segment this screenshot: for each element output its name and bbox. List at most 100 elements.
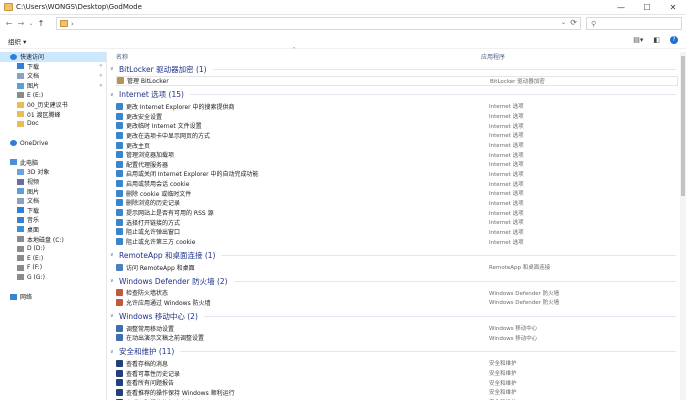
list-item[interactable]: 调整常用移动设置 Windows 移动中心: [116, 323, 678, 333]
sort-arrow-icon: ^: [292, 47, 297, 53]
sidebar-item[interactable]: 视频: [0, 177, 106, 187]
list-item[interactable]: 启用或关闭 Internet Explorer 中的自动完成功能 Internet…: [116, 169, 678, 179]
list-item[interactable]: 更改 Internet Explorer 中的搜索提供商 Internet 选项: [116, 102, 678, 112]
title-bar: C:\Users\WONGS\Desktop\GodMode — ☐ ✕: [0, 0, 686, 15]
group-divider: [221, 254, 676, 256]
group-header[interactable]: ∨ Windows Defender 防火墙 (2): [108, 275, 680, 287]
folder-icon: [60, 20, 68, 27]
organize-button[interactable]: 组织 ▾: [8, 36, 26, 46]
list-item[interactable]: 检查防火墙状态 Windows Defender 防火墙: [116, 288, 678, 298]
back-button[interactable]: ←: [3, 19, 15, 28]
list-item[interactable]: 管理 BitLocker BitLocker 驱动器加密: [116, 76, 678, 86]
recent-locations-button[interactable]: ⌄: [27, 20, 35, 27]
list-item[interactable]: 删除 cookie 或临时文件 Internet 选项: [116, 189, 678, 199]
group-header[interactable]: ∨ Windows 移动中心 (2): [108, 310, 680, 322]
collapse-arrow-icon[interactable]: ∨: [110, 278, 118, 284]
vertical-scrollbar[interactable]: [680, 52, 686, 400]
sidebar-item-label: 视频: [27, 179, 40, 187]
sidebar-item[interactable]: 网络: [0, 292, 106, 302]
sidebar-item[interactable]: 01 渡区腾峰: [0, 110, 106, 120]
sidebar-item[interactable]: 00_历史建议书: [0, 100, 106, 110]
minimize-button[interactable]: —: [608, 0, 634, 15]
sidebar-item[interactable]: 文档 ✧: [0, 71, 106, 81]
sidebar-item[interactable]: 图片: [0, 186, 106, 196]
list-item[interactable]: 阻止或允许第三方 cookie Internet 选项: [116, 237, 678, 247]
sidebar-item-label: 下载: [27, 207, 40, 215]
view-options-icon[interactable]: ▤▾: [633, 36, 643, 44]
collapse-arrow-icon[interactable]: ∨: [110, 66, 118, 72]
item-name: 提示网站上是否有可用的 RSS 源: [126, 210, 214, 218]
group-header[interactable]: ∨ 安全和维护 (11): [108, 346, 680, 358]
address-bar[interactable]: › ⌄ ⟳: [56, 17, 581, 30]
column-header-name[interactable]: 名称: [116, 52, 128, 61]
group-header[interactable]: ∨ RemoteApp 和桌面连接 (1): [108, 249, 680, 261]
list-item[interactable]: 更改临时 Internet 文件设置 Internet 选项: [116, 121, 678, 131]
close-button[interactable]: ✕: [660, 0, 686, 15]
group-header[interactable]: ∨ BitLocker 驱动器加密 (1): [108, 63, 680, 75]
sidebar-item[interactable]: 3D 对象: [0, 167, 106, 177]
list-item[interactable]: 查看推荐的操作保持 Windows 顺利运行 安全和维护: [116, 388, 678, 398]
list-item[interactable]: 在动出演示文稿之前调整设置 Windows 移动中心: [116, 333, 678, 343]
list-item[interactable]: 查看所有问题报告 安全和维护: [116, 378, 678, 388]
sidebar-item[interactable]: 音乐: [0, 215, 106, 225]
list-item[interactable]: 访问 RemoteApp 和桌面 RemoteApp 和桌面连接: [116, 262, 678, 272]
list-item[interactable]: 阻止或允许弹出窗口 Internet 选项: [116, 227, 678, 237]
breadcrumb-chevron-icon[interactable]: ›: [71, 20, 74, 28]
sidebar-item[interactable]: 快速访问: [0, 52, 106, 62]
item-application: Windows Defender 防火墙: [489, 300, 560, 307]
item-name: 管理浏览器加载项: [126, 152, 175, 160]
list-item[interactable]: 查看存档的消息 安全和维护: [116, 359, 678, 369]
list-item[interactable]: 启用或禁用会话 cookie Internet 选项: [116, 179, 678, 189]
sidebar-item[interactable]: 此电脑: [0, 158, 106, 168]
scrollbar-thumb[interactable]: [681, 56, 685, 196]
sidebar-item-label: 快速访问: [20, 54, 45, 62]
list-item[interactable]: 更改安全设置 Internet 选项: [116, 111, 678, 121]
preview-pane-icon[interactable]: ◧: [653, 36, 660, 44]
list-item[interactable]: 删除浏览的历史记录 Internet 选项: [116, 198, 678, 208]
control-panel-item-icon: [116, 102, 123, 110]
list-item[interactable]: 查看可靠性历史记录 安全和维护: [116, 368, 678, 378]
up-button[interactable]: ↑: [35, 19, 47, 28]
list-item[interactable]: 更改在选项卡中显示网页的方式 Internet 选项: [116, 131, 678, 141]
sidebar-item[interactable]: D (D:): [0, 244, 106, 254]
maximize-button[interactable]: ☐: [634, 0, 660, 15]
sidebar-item[interactable]: 图片 ✧: [0, 81, 106, 91]
group-header[interactable]: ∨ Internet 选项 (15): [108, 89, 680, 101]
search-input[interactable]: ⚲: [586, 17, 682, 30]
sidebar-item[interactable]: 桌面: [0, 225, 106, 235]
sidebar-item[interactable]: 下载 ✧: [0, 62, 106, 72]
forward-button[interactable]: →: [15, 19, 27, 28]
sidebar-item[interactable]: E (E:): [0, 253, 106, 263]
collapse-arrow-icon[interactable]: ∨: [110, 252, 118, 258]
item-application: Internet 选项: [489, 152, 524, 159]
folder-icon: [17, 101, 24, 108]
item-application: 安全和维护: [489, 361, 517, 368]
sidebar-item[interactable]: G (G:): [0, 273, 106, 283]
help-icon[interactable]: ?: [670, 36, 678, 44]
sidebar-item[interactable]: 文档: [0, 196, 106, 206]
sidebar-item[interactable]: OneDrive: [0, 138, 106, 148]
sidebar-item[interactable]: 下载: [0, 206, 106, 216]
window-title: C:\Users\WONGS\Desktop\GodMode: [16, 3, 142, 11]
list-item[interactable]: 选择打开链接的方式 Internet 选项: [116, 217, 678, 227]
control-panel-item-icon: [116, 199, 123, 207]
collapse-arrow-icon[interactable]: ∨: [110, 92, 118, 98]
control-panel-item-icon: [116, 151, 123, 159]
column-header-app[interactable]: 应用程序: [481, 52, 505, 61]
list-item[interactable]: 更改主页 Internet 选项: [116, 140, 678, 150]
list-item[interactable]: 管理浏览器加载项 Internet 选项: [116, 150, 678, 160]
control-panel-item-icon: [116, 289, 123, 297]
desktop-icon: [17, 226, 24, 233]
collapse-arrow-icon[interactable]: ∨: [110, 313, 118, 319]
chevron-down-icon[interactable]: ⌄: [561, 19, 566, 26]
list-item[interactable]: 提示网站上是否有可用的 RSS 源 Internet 选项: [116, 208, 678, 218]
list-item[interactable]: 配置代理服务器 Internet 选项: [116, 160, 678, 170]
list-item[interactable]: 允许应用通过 Windows 防火墙 Windows Defender 防火墙: [116, 298, 678, 308]
sidebar-item[interactable]: F (F:): [0, 263, 106, 273]
refresh-icon[interactable]: ⟳: [570, 18, 577, 27]
sidebar-item[interactable]: Doc: [0, 119, 106, 129]
sidebar-item[interactable]: E (E:): [0, 90, 106, 100]
item-name: 允许应用通过 Windows 防火墙: [126, 299, 211, 307]
collapse-arrow-icon[interactable]: ∨: [110, 349, 118, 355]
sidebar-item[interactable]: 本地磁盘 (C:): [0, 234, 106, 244]
